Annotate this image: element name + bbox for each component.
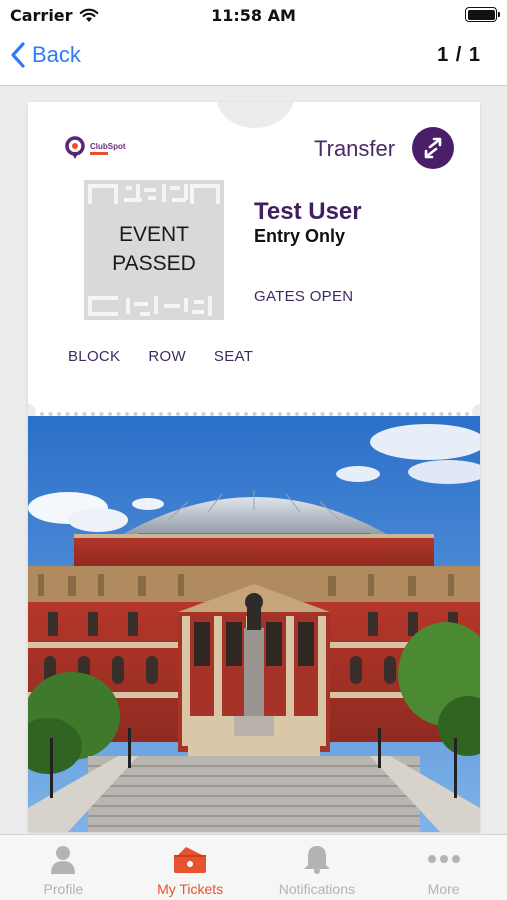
ticket-icon bbox=[172, 842, 208, 876]
clock: 11:58 AM bbox=[211, 6, 296, 25]
transfer-button[interactable] bbox=[412, 127, 454, 169]
transfer-arrows-icon bbox=[424, 137, 442, 159]
tab-profile-label: Profile bbox=[43, 881, 84, 897]
person-icon bbox=[47, 842, 79, 876]
transfer-label[interactable]: Transfer bbox=[314, 136, 395, 162]
block-label: BLOCK bbox=[68, 348, 121, 365]
navigation-bar: Back 1 / 1 bbox=[0, 30, 507, 86]
tab-my-tickets-label: My Tickets bbox=[157, 881, 224, 897]
event-passed-overlay: EVENT PASSED bbox=[84, 220, 224, 278]
ellipsis-icon bbox=[426, 842, 462, 876]
entry-type: Entry Only bbox=[254, 226, 346, 246]
event-passed-line2: PASSED bbox=[112, 252, 196, 275]
seat-info: BLOCK ROW SEAT bbox=[68, 348, 253, 365]
bell-icon bbox=[302, 842, 332, 876]
tab-more-label: More bbox=[427, 881, 460, 897]
event-passed-line1: EVENT bbox=[118, 223, 189, 246]
page-counter: 1 / 1 bbox=[437, 44, 481, 66]
tab-profile[interactable]: Profile bbox=[0, 835, 127, 900]
row-label: ROW bbox=[148, 348, 186, 365]
tab-notifications-label: Notifications bbox=[278, 881, 355, 897]
logo-text: ClubSpot bbox=[90, 141, 126, 151]
seat-label: SEAT bbox=[213, 348, 254, 365]
chevron-left-icon bbox=[11, 42, 25, 68]
clubspot-logo: ClubSpot bbox=[64, 136, 126, 160]
ticket-card: ClubSpot Transfer EVENT PASSED Test User… bbox=[28, 102, 480, 832]
qr-code: EVENT PASSED bbox=[84, 180, 224, 320]
back-label: Back bbox=[32, 42, 81, 67]
ticket-notch bbox=[216, 102, 294, 128]
tab-bar: Profile My Tickets Notifications More bbox=[0, 834, 507, 900]
tab-my-tickets[interactable]: My Tickets bbox=[127, 835, 254, 900]
gates-status: GATES OPEN bbox=[254, 288, 354, 305]
back-button[interactable]: Back bbox=[10, 41, 81, 69]
battery-icon bbox=[465, 7, 500, 22]
tab-notifications[interactable]: Notifications bbox=[254, 835, 381, 900]
status-bar: Carrier 11:58 AM bbox=[0, 0, 507, 30]
logo-mark-icon bbox=[65, 136, 85, 159]
tab-more[interactable]: More bbox=[380, 835, 507, 900]
ticket-holder-name: Test User bbox=[254, 198, 362, 225]
venue-image bbox=[28, 416, 480, 832]
